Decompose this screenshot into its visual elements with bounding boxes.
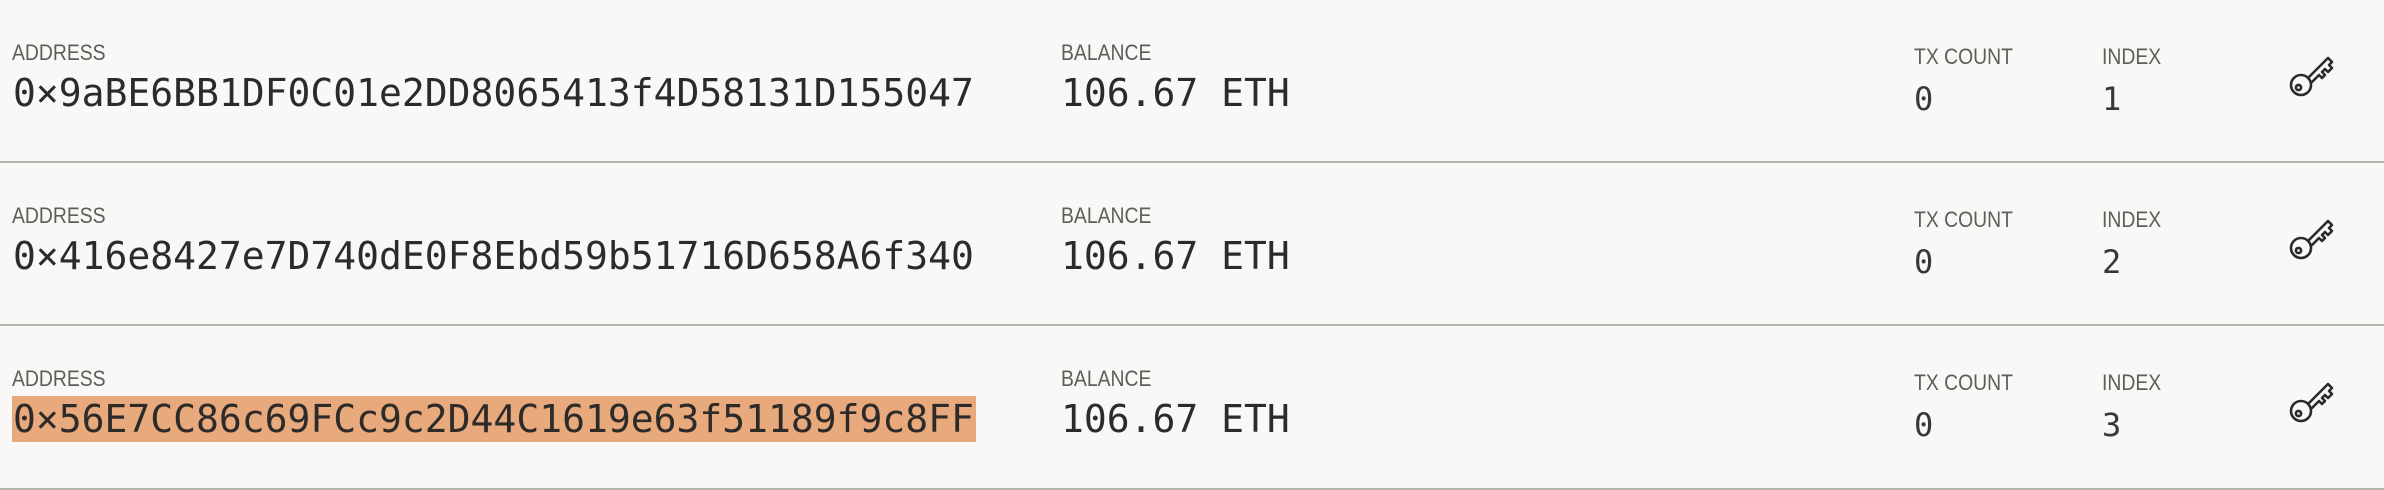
key-icon [2289, 382, 2334, 423]
address-value[interactable]: 0×416e8427e7D740dE0F8Ebd59b51716D658A6f3… [12, 233, 976, 279]
tx-count-value: 0 [1914, 80, 1934, 118]
address-label: ADDRESS [12, 40, 106, 65]
balance-cell: BALANCE 106.67 ETH [1061, 203, 1290, 279]
address-value-selected[interactable]: 0×56E7CC86c69FCc9c2D44C1619e63f51189f9c8… [12, 396, 976, 442]
tx-count-cell: TX COUNT 0 [1914, 207, 2026, 285]
show-keys-button[interactable] [2284, 209, 2340, 265]
index-cell: INDEX 2 [2102, 207, 2169, 285]
balance-cell: BALANCE 106.67 ETH [1061, 40, 1290, 116]
address-cell: ADDRESS 0×416e8427e7D740dE0F8Ebd59b51716… [12, 203, 976, 279]
tx-count-value: 0 [1914, 406, 1934, 444]
account-row[interactable]: ADDRESS 0×416e8427e7D740dE0F8Ebd59b51716… [0, 163, 2384, 326]
address-cell: ADDRESS 0×9aBE6BB1DF0C01e2DD8065413f4D58… [12, 40, 976, 116]
show-keys-button[interactable] [2284, 46, 2340, 102]
index-label: INDEX [2102, 207, 2162, 232]
balance-value: 106.67 ETH [1061, 71, 1290, 115]
balance-label: BALANCE [1061, 40, 1152, 65]
index-cell: INDEX 3 [2102, 370, 2169, 448]
balance-cell: BALANCE 106.67 ETH [1061, 366, 1290, 442]
account-list: ADDRESS 0×9aBE6BB1DF0C01e2DD8065413f4D58… [0, 0, 2384, 490]
tx-count-value: 0 [1914, 243, 1934, 281]
key-icon [2289, 56, 2334, 97]
balance-label: BALANCE [1061, 366, 1152, 391]
balance-value: 106.67 ETH [1061, 234, 1290, 278]
index-value: 2 [2102, 243, 2122, 281]
index-label: INDEX [2102, 370, 2162, 395]
balance-label: BALANCE [1061, 203, 1152, 228]
address-value[interactable]: 0×9aBE6BB1DF0C01e2DD8065413f4D58131D1550… [12, 70, 976, 116]
index-value: 3 [2102, 406, 2122, 444]
show-keys-button[interactable] [2284, 372, 2340, 428]
tx-count-label: TX COUNT [1914, 370, 2013, 395]
address-label: ADDRESS [12, 203, 106, 228]
tx-count-label: TX COUNT [1914, 207, 2013, 232]
account-row[interactable]: ADDRESS 0×9aBE6BB1DF0C01e2DD8065413f4D58… [0, 0, 2384, 163]
index-value: 1 [2102, 80, 2122, 118]
tx-count-cell: TX COUNT 0 [1914, 370, 2026, 448]
tx-count-cell: TX COUNT 0 [1914, 44, 2026, 122]
balance-value: 106.67 ETH [1061, 397, 1290, 441]
account-row[interactable]: ADDRESS 0×56E7CC86c69FCc9c2D44C1619e63f5… [0, 326, 2384, 490]
address-cell: ADDRESS 0×56E7CC86c69FCc9c2D44C1619e63f5… [12, 366, 976, 442]
address-label: ADDRESS [12, 366, 106, 391]
index-label: INDEX [2102, 44, 2162, 69]
index-cell: INDEX 1 [2102, 44, 2169, 122]
key-icon [2289, 219, 2334, 260]
tx-count-label: TX COUNT [1914, 44, 2013, 69]
